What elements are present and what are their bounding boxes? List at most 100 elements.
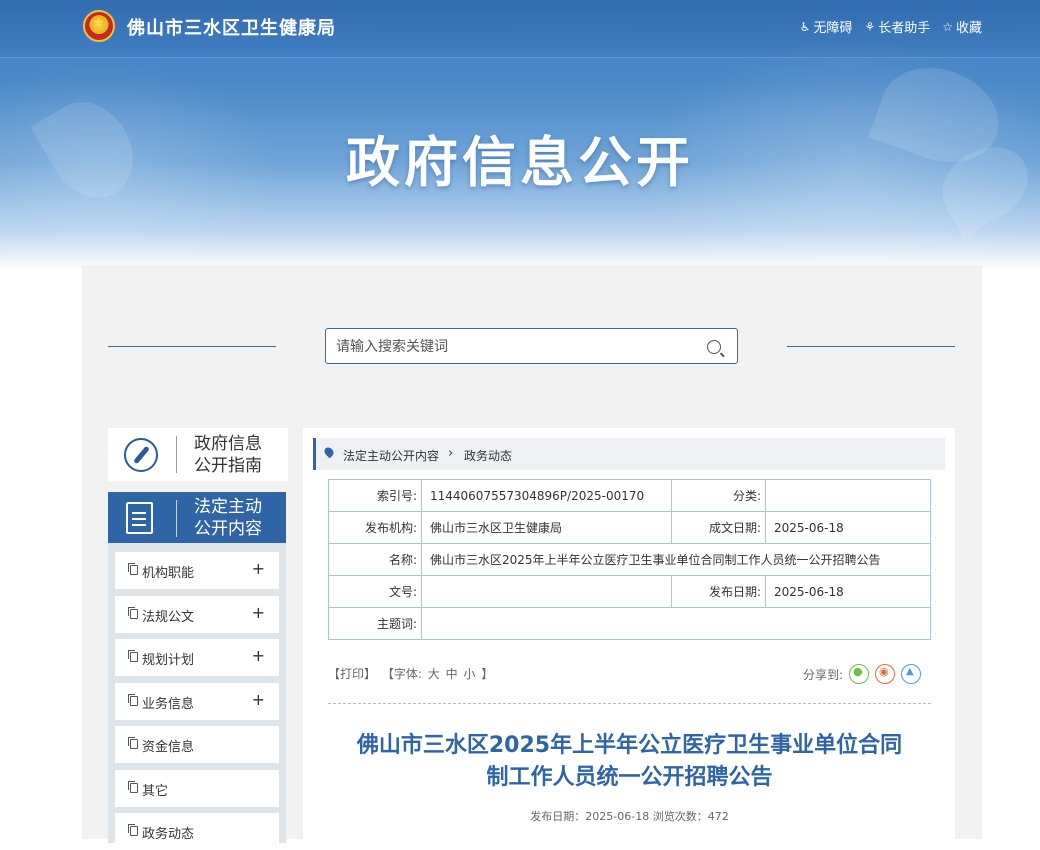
- article-title-line2: 制工作人员统一公开招聘公告: [486, 765, 773, 790]
- accessibility-label: 无障碍: [813, 21, 853, 36]
- expand-icon[interactable]: +: [252, 690, 265, 709]
- metadata-table: 索引号: 11440607557304896P/2025-00170 分类: 发…: [328, 479, 931, 640]
- elder-helper-label: 长者助手: [878, 21, 931, 36]
- index-value: 11440607557304896P/2025-00170: [421, 479, 672, 512]
- content-panel: 法定主动公开内容 › 政务动态 索引号: 11440607557304896P/…: [303, 428, 955, 848]
- divider: [176, 436, 177, 473]
- breadcrumb-level2[interactable]: 政务动态: [464, 447, 512, 464]
- sidebar-guide-label: 政府信息公开指南: [194, 434, 262, 476]
- divider: [176, 500, 177, 537]
- sidebar-menu: 机构职能 + 法规公文 + 规划计划 + 业务信息 + 资金信息 其它 政务动态: [108, 543, 286, 850]
- national-emblem-icon: [83, 10, 115, 42]
- breadcrumb-level1[interactable]: 法定主动公开内容: [343, 447, 439, 464]
- sidebar-item-institution[interactable]: 机构职能 +: [115, 552, 279, 589]
- sidebar-item-other[interactable]: 其它: [115, 770, 279, 807]
- expand-icon[interactable]: +: [252, 603, 265, 622]
- sidebar-item-funds[interactable]: 资金信息: [115, 726, 279, 763]
- expand-icon[interactable]: +: [252, 559, 265, 578]
- menu-item-label: 机构职能: [142, 566, 195, 581]
- table-row: 名称: 佛山市三水区2025年上半年公立医疗卫生事业单位合同制工作人员统一公开招…: [328, 543, 931, 576]
- copy-icon: [128, 824, 138, 836]
- copy-icon: [128, 650, 138, 662]
- elder-helper-icon: ⚘: [864, 19, 876, 34]
- breadcrumb-separator: ›: [448, 446, 454, 461]
- location-pin-icon: [322, 445, 336, 459]
- article-tools: 【打印】 【字体: 大 中 小 】: [328, 665, 495, 682]
- font-large-button[interactable]: 大: [428, 667, 440, 681]
- search-icon[interactable]: [707, 340, 721, 354]
- search-divider-left: [108, 346, 276, 347]
- font-small-button[interactable]: 小: [463, 667, 475, 681]
- name-value: 佛山市三水区2025年上半年公立医疗卫生事业单位合同制工作人员统一公开招聘公告: [421, 543, 931, 576]
- expand-icon[interactable]: +: [252, 646, 265, 665]
- copy-icon: [128, 607, 138, 619]
- menu-item-label: 政务动态: [142, 827, 195, 842]
- sidebar-item-regulations[interactable]: 法规公文 +: [115, 596, 279, 633]
- sidebar-item-active-content[interactable]: 法定主动公开内容: [108, 492, 286, 543]
- sidebar-item-guide[interactable]: 政府信息公开指南: [108, 428, 288, 481]
- category-value: [765, 479, 931, 512]
- doc-number-label: 文号:: [328, 575, 422, 608]
- search-box: [325, 328, 738, 364]
- menu-item-label: 资金信息: [142, 740, 195, 755]
- publisher-label: 发布机构:: [328, 511, 422, 544]
- hero-title: 政府信息公开: [346, 131, 694, 194]
- menu-item-label: 法规公文: [142, 610, 195, 625]
- weibo-icon[interactable]: [875, 664, 896, 684]
- subject-label: 主题词:: [328, 607, 422, 640]
- table-row: 文号: 发布日期: 2025-06-18: [328, 575, 931, 608]
- category-label: 分类:: [671, 479, 766, 512]
- copy-icon: [128, 781, 138, 793]
- created-date-value: 2025-06-18: [765, 511, 931, 544]
- star-icon: ☆: [942, 19, 953, 34]
- article-title-line1: 佛山市三水区2025年上半年公立医疗卫生事业单位合同: [356, 733, 903, 758]
- search-divider-right: [787, 346, 955, 347]
- table-row: 发布机构: 佛山市三水区卫生健康局 成文日期: 2025-06-18: [328, 511, 931, 544]
- copy-icon: [128, 694, 138, 706]
- share-bar: 分享到:: [803, 664, 922, 684]
- published-date-label: 发布日期:: [671, 575, 766, 608]
- sidebar-item-news[interactable]: 政务动态: [115, 813, 279, 850]
- main-container: 政府信息公开指南 法定主动公开内容 机构职能 + 法规公文 + 规划计划 + 业…: [82, 265, 982, 850]
- print-button[interactable]: 【打印】: [328, 667, 376, 681]
- table-row: 索引号: 11440607557304896P/2025-00170 分类:: [328, 479, 931, 512]
- published-date-value: 2025-06-18: [765, 575, 931, 608]
- document-icon: [126, 502, 153, 534]
- search-input[interactable]: [336, 337, 696, 357]
- publisher-value: 佛山市三水区卫生健康局: [421, 511, 672, 544]
- font-size-prefix: 【字体:: [381, 667, 422, 681]
- index-label: 索引号:: [328, 479, 422, 512]
- copy-icon: [128, 563, 138, 575]
- font-size-suffix: 】: [481, 667, 494, 681]
- name-label: 名称:: [328, 543, 422, 576]
- top-links: ♿ 无障碍 ⚘ 长者助手 ☆ 收藏: [799, 17, 982, 37]
- table-row: 主题词:: [328, 607, 931, 640]
- qq-icon[interactable]: [901, 664, 922, 684]
- menu-item-label: 业务信息: [142, 697, 195, 712]
- subject-value: [421, 607, 931, 640]
- compass-icon: [124, 438, 158, 472]
- site-name[interactable]: 佛山市三水区卫生健康局: [127, 14, 336, 40]
- sidebar-active-label: 法定主动公开内容: [194, 497, 262, 539]
- top-bar: 佛山市三水区卫生健康局 ♿ 无障碍 ⚘ 长者助手 ☆ 收藏: [0, 0, 1040, 58]
- breadcrumb: 法定主动公开内容 › 政务动态: [313, 438, 945, 470]
- share-label: 分享到:: [803, 667, 844, 682]
- doc-number-value: [421, 575, 672, 608]
- copy-icon: [128, 737, 138, 749]
- dashed-divider: [328, 703, 931, 704]
- font-medium-button[interactable]: 中: [446, 667, 458, 681]
- menu-item-label: 规划计划: [142, 653, 195, 668]
- favorite-label: 收藏: [955, 21, 982, 36]
- menu-item-label: 其它: [142, 784, 169, 799]
- elder-helper-link[interactable]: ⚘ 长者助手: [864, 17, 931, 37]
- accessibility-icon: ♿: [799, 19, 811, 34]
- accessibility-link[interactable]: ♿ 无障碍: [799, 17, 853, 37]
- sidebar-item-plans[interactable]: 规划计划 +: [115, 639, 279, 676]
- sidebar-item-business[interactable]: 业务信息 +: [115, 683, 279, 720]
- created-date-label: 成文日期:: [671, 511, 766, 544]
- article-title: 佛山市三水区2025年上半年公立医疗卫生事业单位合同 制工作人员统一公开招聘公告: [328, 730, 931, 794]
- favorite-link[interactable]: ☆ 收藏: [942, 17, 982, 37]
- article-meta: 发布日期：2025-06-18 浏览次数：472: [530, 810, 729, 823]
- header-banner: 佛山市三水区卫生健康局 ♿ 无障碍 ⚘ 长者助手 ☆ 收藏 政府信息公开: [0, 0, 1040, 270]
- wechat-icon[interactable]: [849, 664, 870, 684]
